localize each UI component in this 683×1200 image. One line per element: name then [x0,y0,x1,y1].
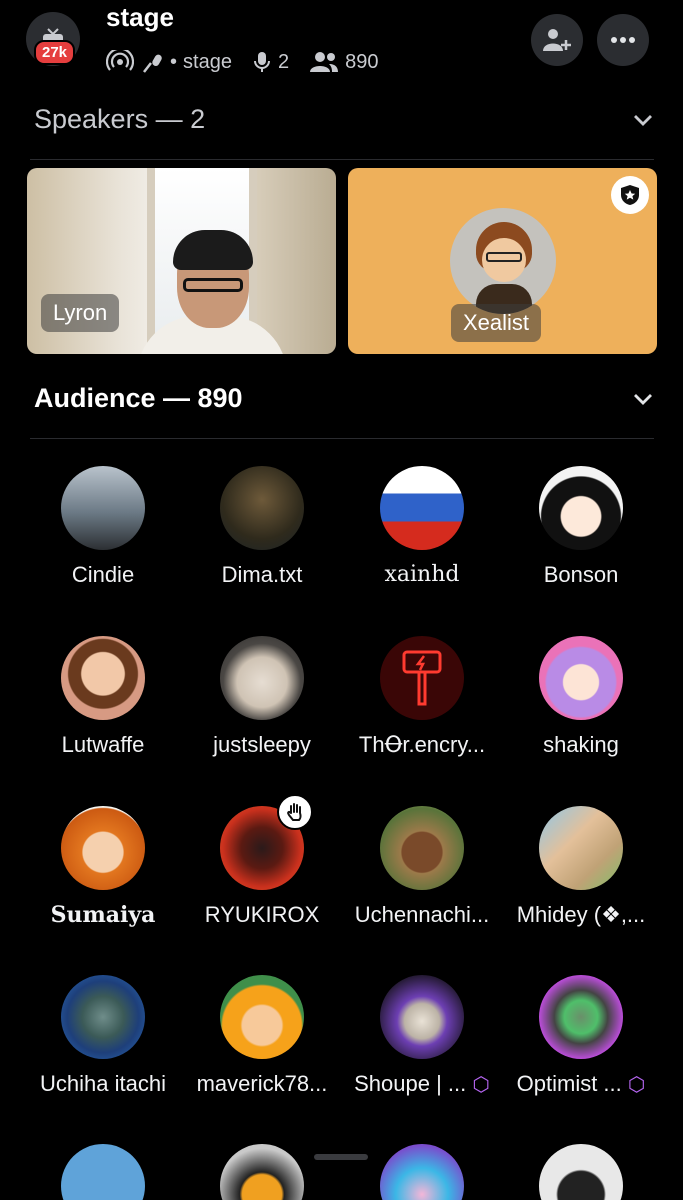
member-avatar [220,975,304,1059]
meta-separator-dot: • [170,50,178,73]
channel-type-label: stage [183,50,232,73]
member-avatar [380,466,464,550]
audience-member[interactable]: justsleepy [182,636,342,758]
notification-badge: 27k [34,40,76,65]
audience-divider [30,438,654,439]
audience-section-header[interactable]: Audience — 890 [34,383,654,414]
member-name: Lutwaffe [61,732,145,757]
audience-member[interactable]: Uchiha itachi [23,975,183,1097]
member-name: Shoupe | ... ⬡ [354,1071,490,1096]
chevron-down-icon[interactable] [632,392,654,406]
member-name: xainhd [384,562,460,587]
member-avatar [61,636,145,720]
speakers-divider [30,159,654,160]
member-name: Uchiha itachi [40,1071,166,1096]
listener-count: 890 [345,50,379,73]
audience-member[interactable] [23,1144,183,1200]
member-avatar [539,636,623,720]
speaker-count: 2 [277,50,290,73]
member-name: Dima.txt [221,562,303,587]
audience-member[interactable]: Lutwaffe [23,636,183,758]
member-name: Bonson [543,562,619,587]
member-name: Cindie [71,562,135,587]
speaker-mic-icon [253,52,270,72]
more-icon [611,37,635,43]
member-avatar [61,466,145,550]
member-avatar [539,1144,623,1200]
speaker-avatar [450,208,556,314]
audience-member[interactable] [501,1144,661,1200]
microphone-icon [143,54,162,73]
member-avatar [380,975,464,1059]
nitro-gem-icon: ⬡ [627,1074,646,1096]
member-avatar [539,466,623,550]
member-avatar [61,806,145,890]
more-options-button[interactable] [597,14,649,66]
member-avatar [220,1144,304,1200]
speaker-name: Lyron [41,294,120,332]
chevron-down-icon[interactable] [632,113,654,127]
audience-member[interactable]: shaking [501,636,661,758]
stage-broadcast-icon [106,50,134,71]
raised-hand-badge [277,794,313,830]
member-name: RYUKIROX [204,902,320,927]
member-avatar [380,806,464,890]
audience-member[interactable]: Uchennachi... [342,806,502,928]
member-avatar [539,806,623,890]
member-name: maverick78... [196,1071,328,1096]
audience-label: Audience — 890 [34,383,243,413]
member-avatar [61,975,145,1059]
speakers-label: Speakers — 2 [34,104,206,134]
audience-member[interactable]: Sumaiya [23,806,183,928]
audience-member[interactable]: Shoupe | ... ⬡ [342,975,502,1097]
audience-member[interactable]: RYUKIROX [182,794,342,928]
add-user-icon [543,29,571,51]
member-name: justsleepy [213,732,311,757]
hammer-icon [402,650,442,706]
stage-meta: • stage 2 890 [106,50,378,74]
member-name: Optimist ... ⬡ [516,1071,646,1096]
audience-member[interactable]: Bonson [501,466,661,588]
audience-member[interactable]: Mhidey (❖,... [501,806,661,928]
audience-member[interactable]: maverick78... [182,975,342,1097]
member-name: Uchennachi... [354,902,490,927]
member-avatar [539,975,623,1059]
audience-member[interactable]: ThꝊr.encry... [342,636,502,758]
audience-member[interactable] [342,1144,502,1200]
hand-icon [287,803,302,821]
speakers-section-header[interactable]: Speakers — 2 [34,104,654,135]
member-name: Mhidey (❖,... [516,902,646,927]
member-avatar [380,1144,464,1200]
member-avatar [220,466,304,550]
nitro-gem-icon: ⬡ [472,1074,490,1096]
member-avatar [380,636,464,720]
member-name: shaking [543,732,619,757]
audience-member[interactable]: Optimist ... ⬡ [501,975,661,1097]
audience-member[interactable] [182,1144,342,1200]
people-icon [310,52,339,72]
audience-member[interactable]: Cindie [23,466,183,588]
member-name: Sumaiya [50,902,156,928]
member-avatar [61,1144,145,1200]
audience-member[interactable]: Dima.txt [182,466,342,588]
stage-title: stage [106,2,174,32]
speaker-name: Xealist [451,304,542,342]
shield-star-icon [621,185,639,205]
speaker-tile-xealist[interactable]: Xealist [348,168,657,354]
stage-header: 27k stage • stage 2 890 [0,0,683,92]
home-indicator[interactable] [314,1154,368,1160]
audience-member[interactable]: xainhd [342,466,502,587]
member-name: ThꝊr.encry... [358,732,486,757]
member-avatar [220,636,304,720]
speaker-tile-lyron[interactable]: Lyron [27,168,336,354]
moderator-badge [611,176,649,214]
invite-button[interactable] [531,14,583,66]
